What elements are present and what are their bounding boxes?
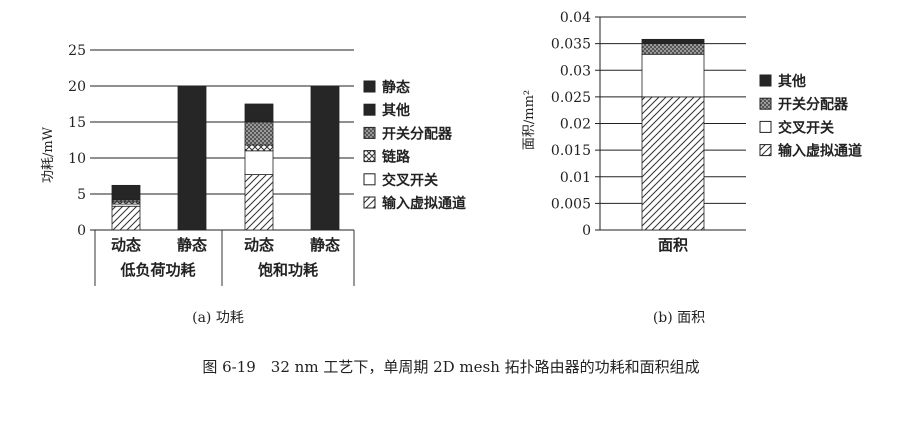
category-label: 面积 <box>658 236 688 254</box>
legend-label: 输入虚拟通道 <box>778 143 862 160</box>
power-y-axis-title: 功耗/mW <box>41 126 56 183</box>
legend-item: 输入虚拟通道 <box>759 143 862 160</box>
y-tick-label: 10 <box>68 151 86 167</box>
legend-swatch <box>363 126 376 139</box>
figure: 0510152025 功耗/mW 动态 静态 动态 静态 低负荷功耗 饱和功耗 静态其… <box>41 10 862 376</box>
area-subcaption: (b) 面积 <box>653 310 705 326</box>
y-tick-label: 0.035 <box>551 37 591 53</box>
legend-swatch <box>363 173 376 186</box>
bar-segment-series-5 <box>177 85 207 231</box>
legend-item: 静态 <box>363 79 410 96</box>
category-label: 静态 <box>177 236 207 254</box>
power-legend: 静态其他开关分配器链路交叉开关输入虚拟通道 <box>363 79 466 212</box>
category-label: 静态 <box>310 236 340 254</box>
legend-swatch <box>759 97 772 110</box>
legend-item: 其他 <box>363 102 410 119</box>
legend-label: 其他 <box>778 73 806 90</box>
y-tick-label: 0.02 <box>560 117 591 133</box>
area-bars <box>641 38 705 231</box>
legend-swatch <box>363 80 376 93</box>
area-category-labels: 面积 <box>658 236 688 254</box>
y-tick-label: 5 <box>77 187 86 203</box>
bar-segment-series-2 <box>641 43 705 55</box>
figure-caption: 图 6-19 32 nm 工艺下，单周期 2D mesh 拓扑路由器的功耗和面积… <box>202 358 699 376</box>
power-category-labels: 动态 静态 动态 静态 <box>111 236 340 254</box>
legend-label: 其他 <box>382 102 410 119</box>
legend-label: 静态 <box>382 79 410 96</box>
y-tick-label: 0.03 <box>560 63 591 79</box>
power-y-ticks: 0 5 10 15 20 25 <box>68 43 86 239</box>
bar-segment-series-3 <box>641 38 705 45</box>
area-y-axis-title: 面积/mm² <box>522 90 537 150</box>
area-chart: 0 0.005 0.01 0.015 0.02 0.025 0.03 0.035 0.04 面积… <box>522 10 862 326</box>
legend-swatch <box>759 74 772 87</box>
power-chart: 0510152025 功耗/mW 动态 静态 动态 静态 低负荷功耗 饱和功耗 静态其… <box>41 43 466 326</box>
legend-swatch <box>759 144 772 157</box>
y-tick-label: 0.015 <box>551 143 591 159</box>
bar-segment-series-1 <box>244 150 274 175</box>
y-tick-label: 0 <box>582 223 591 239</box>
y-tick-label: 20 <box>68 79 86 95</box>
bar-segment-series-1 <box>641 53 705 98</box>
legend-item: 开关分配器 <box>363 125 453 142</box>
area-legend: 其他开关分配器交叉开关输入虚拟通道 <box>759 73 862 160</box>
y-tick-label: 0.005 <box>551 196 591 212</box>
bar-segment-series-0 <box>244 174 274 231</box>
y-tick-label: 0 <box>77 223 86 239</box>
bar-segment-series-0 <box>111 205 141 231</box>
legend-label: 交叉开关 <box>778 119 834 136</box>
legend-item: 输入虚拟通道 <box>363 195 466 212</box>
legend-item: 交叉开关 <box>363 172 438 189</box>
bar-segment-series-4 <box>111 184 141 201</box>
legend-item: 其他 <box>759 73 806 90</box>
category-label: 动态 <box>244 236 274 254</box>
legend-label: 链路 <box>382 149 411 166</box>
bar-segment-series-2 <box>244 144 274 152</box>
bar-segment-series-0 <box>641 96 705 231</box>
area-y-ticks: 0 0.005 0.01 0.015 0.02 0.025 0.03 0.035 0.04 <box>551 10 591 239</box>
legend-swatch <box>363 150 376 163</box>
legend-swatch <box>363 103 376 116</box>
legend-swatch <box>363 196 376 209</box>
legend-item: 链路 <box>363 149 411 166</box>
legend-label: 开关分配器 <box>382 125 453 142</box>
legend-label: 输入虚拟通道 <box>382 195 466 212</box>
legend-label: 交叉开关 <box>382 172 438 189</box>
group-label-low-load: 低负荷功耗 <box>119 261 195 279</box>
bar-segment-series-5 <box>310 85 340 231</box>
legend-item: 交叉开关 <box>759 119 834 136</box>
y-tick-label: 0.025 <box>551 90 591 106</box>
y-tick-label: 25 <box>68 43 86 59</box>
legend-swatch <box>759 120 772 133</box>
group-label-saturation: 饱和功耗 <box>258 261 318 279</box>
bar-segment-series-3 <box>244 121 274 146</box>
power-subcaption: (a) 功耗 <box>192 310 244 326</box>
y-tick-label: 15 <box>68 115 86 131</box>
y-tick-label: 0.01 <box>560 170 591 186</box>
legend-item: 开关分配器 <box>759 96 849 113</box>
y-tick-label: 0.04 <box>560 10 591 26</box>
legend-label: 开关分配器 <box>778 96 849 113</box>
bar-segment-series-4 <box>244 103 274 123</box>
category-label: 动态 <box>111 236 141 254</box>
